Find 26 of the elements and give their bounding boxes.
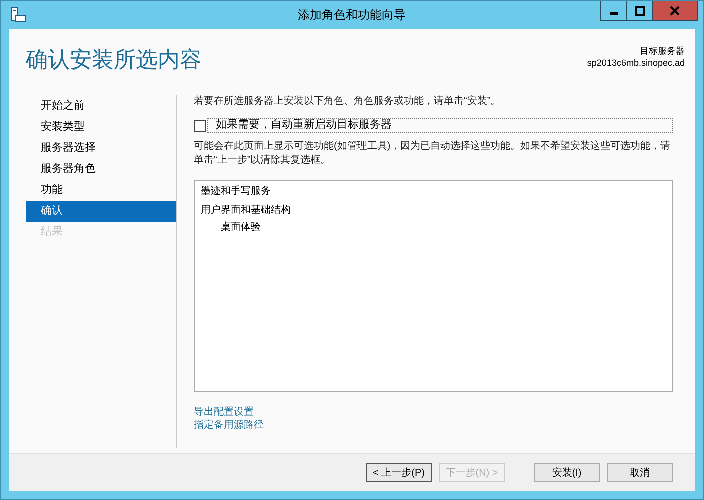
minimize-icon [610, 12, 618, 15]
close-button[interactable] [652, 1, 698, 21]
feature-item: 用户界面和基础结构 [201, 204, 292, 218]
nav-item[interactable]: 服务器选择 [26, 138, 176, 159]
nav-item[interactable]: 功能 [26, 180, 176, 201]
feature-item: 桌面体验 [220, 220, 262, 235]
wizard-button[interactable]: < 上一步(P) [366, 463, 432, 482]
maximize-icon [634, 6, 644, 16]
window-title: 添加角色和功能向导 [297, 7, 407, 24]
minimize-button[interactable] [600, 1, 627, 21]
instruction-text: 若要在所选服务器上安装以下角色、角色服务或功能，请单击“安装”。 [194, 95, 502, 109]
target-server-label: 目标服务器 [640, 45, 685, 57]
target-server-name: sp2013c6mb.sinopec.ad [587, 57, 685, 69]
note-text: 可能会在此页面上显示可选功能(如管理工具)，因为已自动选择这些功能。如果不希望安装这些可选功能，请单击“上一步”以清除其复选框。 [194, 140, 672, 168]
link[interactable]: 导出配置设置 [194, 406, 254, 419]
server-app-icon [11, 7, 27, 23]
nav-item[interactable]: 安装类型 [26, 117, 176, 138]
wizard-button[interactable]: 安装(I) [534, 463, 600, 482]
nav-item[interactable]: 服务器角色 [26, 159, 176, 180]
feature-item: 墨迹和手写服务 [201, 184, 272, 199]
close-icon [670, 6, 680, 16]
page-title: 确认安装所选内容 [26, 46, 202, 74]
nav-item[interactable]: 确认 [26, 201, 176, 222]
wizard-button[interactable]: 取消 [607, 463, 673, 482]
link[interactable]: 指定备用源路径 [194, 419, 264, 432]
nav-item[interactable]: 开始之前 [26, 96, 176, 117]
